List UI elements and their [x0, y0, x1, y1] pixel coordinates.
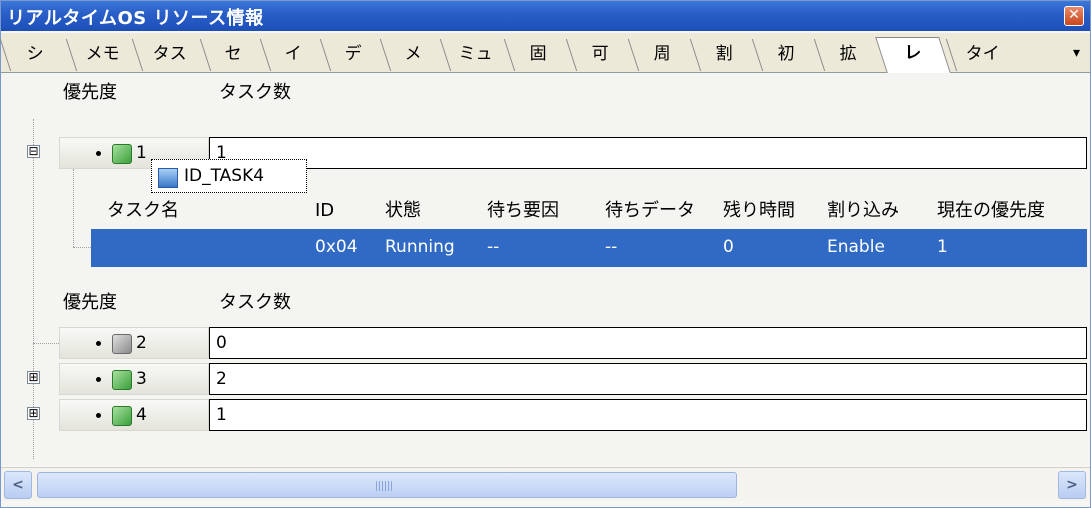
expand-toggle[interactable]: ⊞: [27, 371, 40, 384]
col-interrupt: 割り込み: [827, 200, 899, 221]
task-icon: [158, 168, 178, 188]
col-wait-data: 待ちデータ: [605, 200, 695, 221]
task-wait-factor: --: [487, 237, 500, 257]
ros-resource-window: リアルタイムOS リソース情報 ✕ シ メモ タス セ イ デ メ ミュ 固 可…: [0, 0, 1091, 508]
tab-init[interactable]: 初: [751, 39, 821, 71]
priority-value: 1: [136, 143, 147, 163]
priority-value: 2: [136, 333, 147, 353]
tab-eventflag[interactable]: イ: [259, 39, 327, 71]
task-count-cell: 1: [209, 137, 1087, 169]
collapse-toggle[interactable]: ⊟: [27, 145, 40, 158]
task-remaining: 0: [723, 237, 734, 257]
tab-task[interactable]: タス: [131, 39, 207, 71]
tab-overflow-button[interactable]: ▾: [1073, 45, 1080, 61]
col-task-name: タスク名: [107, 200, 179, 221]
priority-row-header[interactable]: 2: [59, 327, 209, 359]
scroll-grip-icon: [376, 481, 394, 491]
task-interrupt: Enable: [827, 237, 885, 257]
col-wait-factor: 待ち要因: [487, 200, 559, 221]
tab-semaphore[interactable]: セ: [199, 39, 267, 71]
priority-green-icon: [112, 144, 132, 164]
tab-interrupt[interactable]: 割: [689, 39, 759, 71]
task-name-cell[interactable]: ID_TASK4: [151, 159, 307, 193]
task-name: ID_TASK4: [184, 166, 265, 186]
close-button[interactable]: ✕: [1064, 6, 1084, 26]
col-remaining: 残り時間: [723, 200, 795, 221]
task-current-priority: 1: [937, 237, 948, 257]
task-wait-data: --: [605, 237, 618, 257]
header-task-count: タスク数: [219, 82, 291, 103]
header-priority-2: 優先度: [63, 292, 117, 313]
task-count-cell: 0: [209, 327, 1087, 359]
title-bar[interactable]: リアルタイムOS リソース情報 ✕: [1, 1, 1090, 31]
priority-value: 3: [136, 369, 147, 389]
task-id: 0x04: [315, 237, 358, 257]
row-bullet: [96, 377, 101, 382]
tab-extended[interactable]: 拡: [813, 39, 883, 71]
window-title: リアルタイムOS リソース情報: [7, 8, 264, 29]
task-row[interactable]: 0x04 Running -- -- 0 Enable 1: [91, 229, 1087, 267]
col-state: 状態: [385, 200, 421, 221]
expand-toggle[interactable]: ⊞: [27, 407, 40, 420]
content-area: 優先度 タスク数 ⊟ 1 1 タスク名 ID 状態 待ち要因 待ちデータ 残り時…: [1, 73, 1090, 465]
row-bullet: [96, 341, 101, 346]
priority-gray-icon: [112, 334, 132, 354]
tree-line: [33, 343, 59, 344]
priority-green-icon: [112, 370, 132, 390]
row-bullet: [96, 151, 101, 156]
priority-value: 4: [136, 405, 147, 425]
tab-dataqueue[interactable]: デ: [319, 39, 387, 71]
scroll-thumb[interactable]: [37, 472, 737, 498]
priority-green-icon: [112, 406, 132, 426]
header-task-count-2: タスク数: [219, 292, 291, 313]
task-state: Running: [385, 237, 455, 257]
scroll-left-button[interactable]: <: [4, 471, 32, 499]
horizontal-scrollbar[interactable]: < >: [1, 467, 1090, 501]
tab-strip: シ メモ タス セ イ デ メ ミュ 固 可 周 割 初 拡 レ タイ ▾: [0, 33, 1090, 73]
tab-mailbox[interactable]: メ: [379, 39, 447, 71]
tab-fixed-pool[interactable]: 固: [503, 39, 573, 71]
scroll-right-button[interactable]: >: [1058, 471, 1086, 499]
task-count-cell: 2: [209, 363, 1087, 395]
tab-ready-queue[interactable]: レ: [875, 37, 951, 73]
priority-row-header[interactable]: 3: [59, 363, 209, 395]
priority-row-header[interactable]: 4: [59, 399, 209, 431]
tree-line: [73, 169, 74, 247]
header-priority: 優先度: [63, 82, 117, 103]
tab-cyclic[interactable]: 周: [627, 39, 697, 71]
col-current-priority: 現在の優先度: [937, 200, 1045, 221]
row-bullet: [96, 413, 101, 418]
task-count-cell: 1: [209, 399, 1087, 431]
tab-timeout[interactable]: タイ: [945, 39, 1019, 71]
tab-memory[interactable]: メモ: [65, 39, 139, 71]
tab-variable-pool[interactable]: 可: [565, 39, 635, 71]
tab-system[interactable]: シ: [0, 39, 71, 71]
col-id: ID: [315, 200, 335, 221]
tab-mutex[interactable]: ミュ: [439, 39, 511, 71]
